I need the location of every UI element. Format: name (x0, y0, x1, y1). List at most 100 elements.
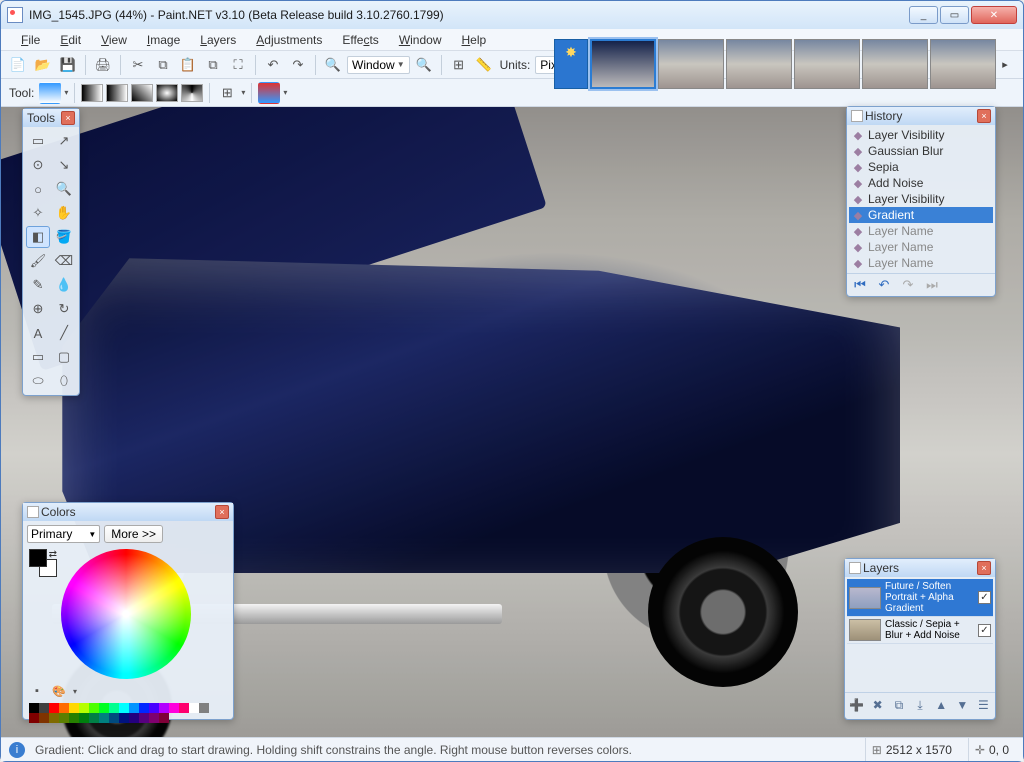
new-button[interactable]: 📄 (7, 54, 29, 76)
palette-swatch[interactable] (159, 713, 169, 723)
palette-swatch[interactable] (49, 703, 59, 713)
panel-close-icon[interactable]: × (215, 505, 229, 519)
palette-swatch[interactable] (139, 713, 149, 723)
ellipse-tool[interactable]: ⬭ (26, 370, 50, 392)
layer-properties-button[interactable]: ☰ (975, 696, 992, 714)
paintbrush-tool[interactable]: 🖌 (26, 250, 50, 272)
palette-swatch[interactable] (109, 713, 119, 723)
grid-button[interactable]: ⊞ (448, 54, 470, 76)
lasso-select-tool[interactable]: ⊙ (26, 154, 50, 176)
palette-swatch[interactable] (129, 703, 139, 713)
rectangle-tool[interactable]: ▭ (26, 346, 50, 368)
history-item[interactable]: ◆Layer Name (849, 223, 993, 239)
layer-item[interactable]: Future / Soften Portrait + Alpha Gradien… (847, 579, 993, 617)
menu-window[interactable]: Window (389, 31, 452, 49)
save-button[interactable]: 💾 (57, 54, 79, 76)
duplicate-layer-button[interactable]: ⧉ (890, 696, 907, 714)
menu-layers[interactable]: Layers (190, 31, 246, 49)
palette-swatch[interactable] (159, 703, 169, 713)
magic-wand-tool[interactable]: ✧ (26, 202, 50, 224)
pan-tool[interactable]: ✋ (52, 202, 76, 224)
text-tool[interactable]: A (26, 322, 50, 344)
palette-swatch[interactable] (149, 703, 159, 713)
palette-swatch[interactable] (69, 703, 79, 713)
history-item[interactable]: ◆Add Noise (849, 175, 993, 191)
palette-swatch[interactable] (109, 703, 119, 713)
gradient-linear-icon[interactable] (81, 84, 103, 102)
palette-swatch[interactable] (59, 713, 69, 723)
palette-swatch[interactable] (69, 713, 79, 723)
wheel-cursor[interactable] (123, 611, 130, 618)
color-picker-tool[interactable]: 💧 (52, 274, 76, 296)
palette-swatch[interactable] (99, 703, 109, 713)
add-color-button[interactable]: ▪ (29, 683, 45, 699)
image-thumbnail[interactable] (794, 39, 860, 89)
eraser-tool[interactable]: ⌫ (52, 250, 76, 272)
close-button[interactable]: ✕ (971, 6, 1017, 24)
layer-visibility-checkbox[interactable]: ✓ (978, 591, 991, 604)
rounded-rectangle-tool[interactable]: ▢ (52, 346, 76, 368)
palette-swatch[interactable] (99, 713, 109, 723)
layer-visibility-checkbox[interactable]: ✓ (978, 624, 991, 637)
menu-adjustments[interactable]: Adjustments (246, 31, 332, 49)
redo-button[interactable]: ↷ (899, 276, 917, 294)
ruler-button[interactable]: 📏 (473, 54, 495, 76)
palette-swatch[interactable] (59, 703, 69, 713)
rectangle-select-tool[interactable]: ▭ (26, 130, 50, 152)
panel-titlebar[interactable]: History × (847, 107, 995, 125)
gradient-diamond-icon[interactable] (131, 84, 153, 102)
paste-button[interactable]: 📋 (177, 54, 199, 76)
image-thumbnail[interactable] (658, 39, 724, 89)
palette-swatch[interactable] (189, 703, 199, 713)
crop-button[interactable]: ⧉ (202, 54, 224, 76)
palette-swatch[interactable] (179, 703, 189, 713)
layer-item[interactable]: Classic / Sepia + Blur + Add Noise✓ (847, 617, 993, 644)
undo-button[interactable]: ↶ (262, 54, 284, 76)
image-thumbnail[interactable] (726, 39, 792, 89)
palette-swatch[interactable] (119, 713, 129, 723)
menu-help[interactable]: Help (452, 31, 497, 49)
palette-swatch[interactable] (119, 703, 129, 713)
deselect-button[interactable]: ⛶ (227, 54, 249, 76)
minimize-button[interactable]: _ (909, 6, 938, 24)
line-tool[interactable]: ╱ (52, 322, 76, 344)
cut-button[interactable]: ✂ (127, 54, 149, 76)
palette-swatch[interactable] (29, 703, 39, 713)
move-tool[interactable]: ↗ (52, 130, 76, 152)
layers-panel[interactable]: Layers × Future / Soften Portrait + Alph… (844, 558, 996, 720)
history-panel[interactable]: History × ◆Layer Visibility◆Gaussian Blu… (846, 106, 996, 297)
zoom-out-button[interactable]: 🔍 (322, 54, 344, 76)
image-thumbnail[interactable] (930, 39, 996, 89)
history-item[interactable]: ◆Gaussian Blur (849, 143, 993, 159)
zoom-in-button[interactable]: 🔍 (413, 54, 435, 76)
clone-stamp-tool[interactable]: ⊕ (26, 298, 50, 320)
gradient-radial-icon[interactable] (156, 84, 178, 102)
palette-swatch[interactable] (39, 703, 49, 713)
rewind-button[interactable]: ⏮ (851, 276, 869, 294)
gradient-tool[interactable]: ◧ (26, 226, 50, 248)
move-layer-up-button[interactable]: ▲ (933, 696, 950, 714)
palette-swatch[interactable] (89, 713, 99, 723)
current-tool-icon[interactable] (39, 82, 61, 104)
panel-titlebar[interactable]: Layers × (845, 559, 995, 577)
menu-view[interactable]: View (91, 31, 137, 49)
add-layer-button[interactable]: ➕ (848, 696, 865, 714)
recolor-tool[interactable]: ↻ (52, 298, 76, 320)
image-list-more-button[interactable]: ▸ (998, 39, 1012, 89)
menu-effects[interactable]: Effects (332, 31, 388, 49)
panel-close-icon[interactable]: × (977, 561, 991, 575)
titlebar[interactable]: IMG_1545.JPG (44%) - Paint.NET v3.10 (Be… (1, 1, 1023, 29)
panel-close-icon[interactable]: × (61, 111, 75, 125)
palette-swatch[interactable] (29, 713, 39, 723)
copy-button[interactable]: ⧉ (152, 54, 174, 76)
palette-swatch[interactable] (139, 703, 149, 713)
image-thumbnail[interactable] (862, 39, 928, 89)
pencil-tool[interactable]: ✎ (26, 274, 50, 296)
channel-arrow[interactable]: ▾ (241, 88, 245, 97)
tools-panel[interactable]: Tools × ▭ ↗ ⊙ ↘ ○ 🔍 ✧ ✋ ◧ 🪣 🖌 ⌫ ✎ 💧 ⊕ ↻ … (22, 108, 80, 396)
ellipse-select-tool[interactable]: ○ (26, 178, 50, 200)
channel-button[interactable]: ⊞ (216, 82, 238, 104)
redo-button[interactable]: ↷ (287, 54, 309, 76)
delete-layer-button[interactable]: ✖ (869, 696, 886, 714)
move-layer-down-button[interactable]: ▼ (954, 696, 971, 714)
